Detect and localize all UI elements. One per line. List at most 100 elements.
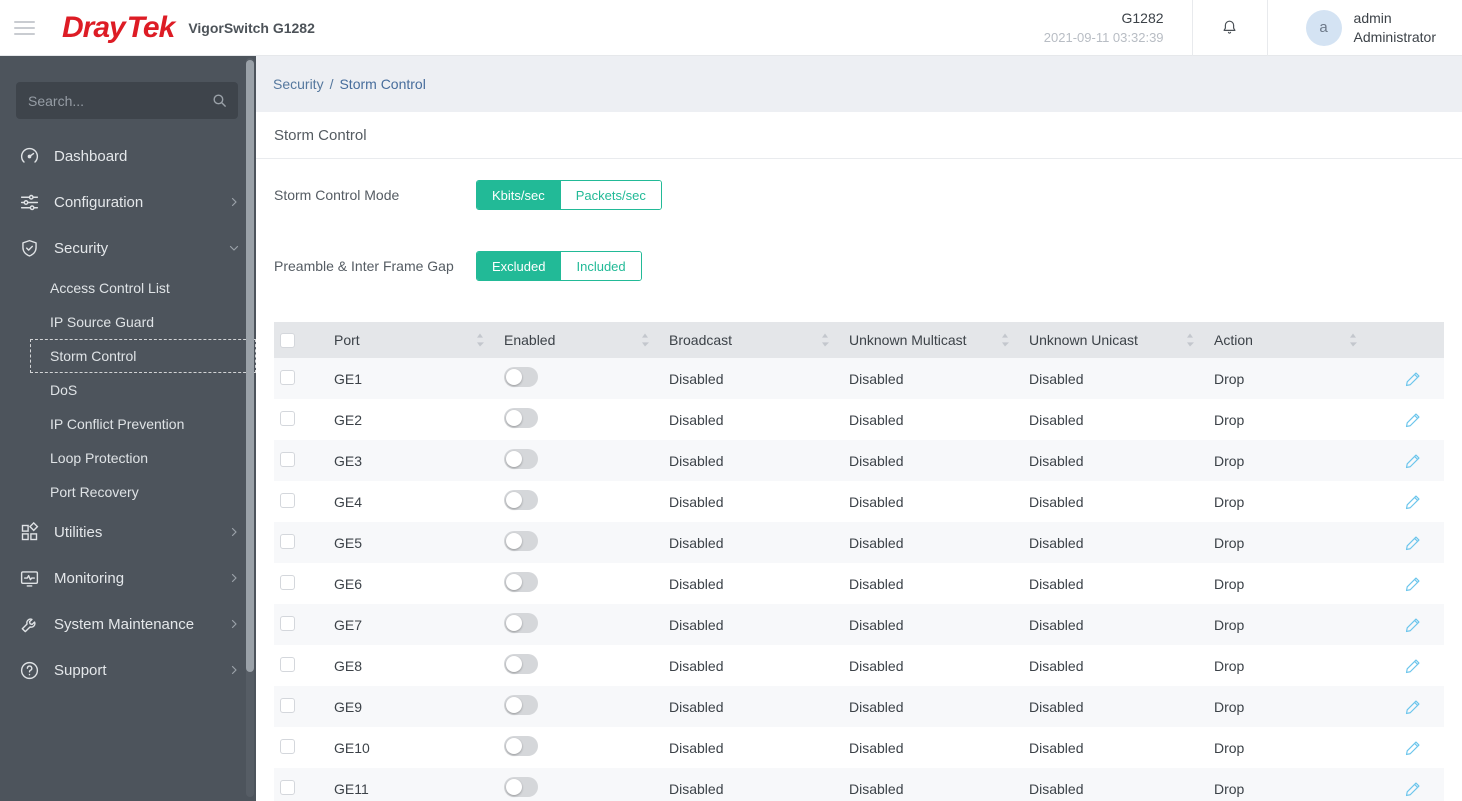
unknown-unicast-cell: Disabled: [1029, 780, 1084, 797]
enabled-toggle-off[interactable]: [504, 654, 538, 674]
included-button[interactable]: Included: [560, 252, 641, 280]
user-menu[interactable]: a admin Administrator: [1268, 9, 1462, 47]
select-all-checkbox[interactable]: [280, 332, 295, 348]
sidebar-item-monitoring[interactable]: Monitoring: [0, 555, 256, 601]
column-header-port[interactable]: Port: [326, 322, 496, 358]
app-window: DrayTek VigorSwitch G1282 G1282 2021-09-…: [0, 0, 1462, 801]
row-checkbox[interactable]: [280, 697, 295, 713]
sidebar-subitem-ip-source-guard[interactable]: IP Source Guard: [30, 305, 256, 339]
sort-icon[interactable]: [476, 333, 484, 347]
edit-icon[interactable]: [1369, 780, 1444, 798]
notification-bell-icon[interactable]: [1193, 18, 1267, 37]
sidebar-scrollbar[interactable]: [246, 58, 254, 797]
broadcast-cell: Disabled: [669, 739, 724, 756]
sidebar-subitem-dos[interactable]: DoS: [30, 373, 256, 407]
row-checkbox[interactable]: [280, 656, 295, 672]
edit-icon[interactable]: [1369, 493, 1444, 511]
sidebar-subitem-storm-control[interactable]: Storm Control: [30, 339, 256, 373]
port-cell: GE10: [334, 739, 370, 756]
table-row-ge11: GE11 Disabled Disabled Disabled Drop: [274, 768, 1444, 801]
row-checkbox-cell: [274, 492, 326, 511]
row-checkbox[interactable]: [280, 574, 295, 590]
edit-icon[interactable]: [1369, 698, 1444, 716]
column-label: Broadcast: [669, 332, 733, 348]
edit-icon[interactable]: [1369, 616, 1444, 634]
enabled-toggle-off[interactable]: [504, 449, 538, 469]
edit-icon[interactable]: [1369, 534, 1444, 552]
ports-table: Port Enabled Broadcast Unknown Multicast Unk…: [274, 322, 1444, 801]
broadcast-cell: Disabled: [669, 616, 724, 633]
row-checkbox[interactable]: [280, 779, 295, 795]
preamble-label: Preamble & Inter Frame Gap: [274, 258, 454, 274]
column-header-unknown-multicast[interactable]: Unknown Multicast: [841, 322, 1021, 358]
breadcrumb-parent[interactable]: Security: [273, 76, 324, 92]
hamburger-icon[interactable]: [0, 20, 46, 35]
excluded-button[interactable]: Excluded: [477, 252, 561, 280]
kbits-sec-button[interactable]: Kbits/sec: [477, 181, 560, 209]
question-icon: [18, 659, 40, 681]
enabled-toggle-off[interactable]: [504, 490, 538, 510]
row-checkbox-cell: [274, 451, 326, 470]
sort-icon[interactable]: [641, 333, 649, 347]
enabled-toggle-off[interactable]: [504, 572, 538, 592]
row-checkbox[interactable]: [280, 533, 295, 549]
storm-control-mode-label: Storm Control Mode: [274, 187, 400, 203]
sidebar-item-system-maintenance[interactable]: System Maintenance: [0, 601, 256, 647]
sidebar-subitem-access-control-list[interactable]: Access Control List: [30, 271, 256, 305]
sidebar-subitem-loop-protection[interactable]: Loop Protection: [30, 441, 256, 475]
sort-icon[interactable]: [1001, 333, 1009, 347]
row-checkbox[interactable]: [280, 410, 295, 426]
sidebar-subitem-ip-conflict-prevention[interactable]: IP Conflict Prevention: [30, 407, 256, 441]
unknown-multicast-cell: Disabled: [849, 411, 904, 428]
search-input[interactable]: [28, 92, 211, 109]
search-icon[interactable]: [211, 92, 228, 109]
edit-icon[interactable]: [1369, 575, 1444, 593]
scrollbar-thumb[interactable]: [246, 60, 254, 672]
packets-sec-button[interactable]: Packets/sec: [559, 181, 661, 209]
username: admin: [1353, 9, 1392, 26]
row-checkbox-cell: [274, 738, 326, 757]
row-checkbox[interactable]: [280, 492, 295, 508]
edit-icon[interactable]: [1369, 452, 1444, 470]
column-label: Action: [1214, 332, 1253, 348]
column-header-enabled[interactable]: Enabled: [496, 322, 661, 358]
column-header-unknown-unicast[interactable]: Unknown Unicast: [1021, 322, 1206, 358]
table-row-ge4: GE4 Disabled Disabled Disabled Drop: [274, 481, 1444, 522]
enabled-cell: [496, 736, 661, 759]
sort-icon[interactable]: [1349, 333, 1357, 347]
chevron-right-icon: [228, 572, 240, 584]
sidebar-item-security[interactable]: Security: [0, 225, 256, 271]
action-cell: Drop: [1214, 657, 1245, 674]
sidebar-item-label: Monitoring: [54, 569, 125, 587]
enabled-toggle-off[interactable]: [504, 367, 538, 387]
column-header-broadcast[interactable]: Broadcast: [661, 322, 841, 358]
sidebar-subitem-port-recovery[interactable]: Port Recovery: [30, 475, 256, 509]
unknown-multicast-cell: Disabled: [849, 657, 904, 674]
column-header-action[interactable]: Action: [1206, 322, 1369, 358]
enabled-toggle-off[interactable]: [504, 531, 538, 551]
broadcast-cell: Disabled: [669, 452, 724, 469]
edit-icon[interactable]: [1369, 370, 1444, 388]
edit-icon[interactable]: [1369, 657, 1444, 675]
sort-icon[interactable]: [1186, 333, 1194, 347]
enabled-toggle-off[interactable]: [504, 613, 538, 633]
sort-icon[interactable]: [821, 333, 829, 347]
row-checkbox-cell: [274, 656, 326, 675]
row-checkbox[interactable]: [280, 738, 295, 754]
chevron-down-icon: [228, 242, 240, 254]
sidebar-item-dashboard[interactable]: Dashboard: [0, 133, 256, 179]
edit-icon[interactable]: [1369, 739, 1444, 757]
row-checkbox[interactable]: [280, 615, 295, 631]
row-checkbox[interactable]: [280, 369, 295, 385]
enabled-cell: [496, 449, 661, 472]
unknown-unicast-cell: Disabled: [1029, 698, 1084, 715]
enabled-toggle-off[interactable]: [504, 736, 538, 756]
enabled-toggle-off[interactable]: [504, 777, 538, 797]
sidebar-item-support[interactable]: Support: [0, 647, 256, 693]
edit-icon[interactable]: [1369, 411, 1444, 429]
row-checkbox[interactable]: [280, 451, 295, 467]
sidebar-item-utilities[interactable]: Utilities: [0, 509, 256, 555]
sidebar-item-configuration[interactable]: Configuration: [0, 179, 256, 225]
enabled-toggle-off[interactable]: [504, 408, 538, 428]
enabled-toggle-off[interactable]: [504, 695, 538, 715]
